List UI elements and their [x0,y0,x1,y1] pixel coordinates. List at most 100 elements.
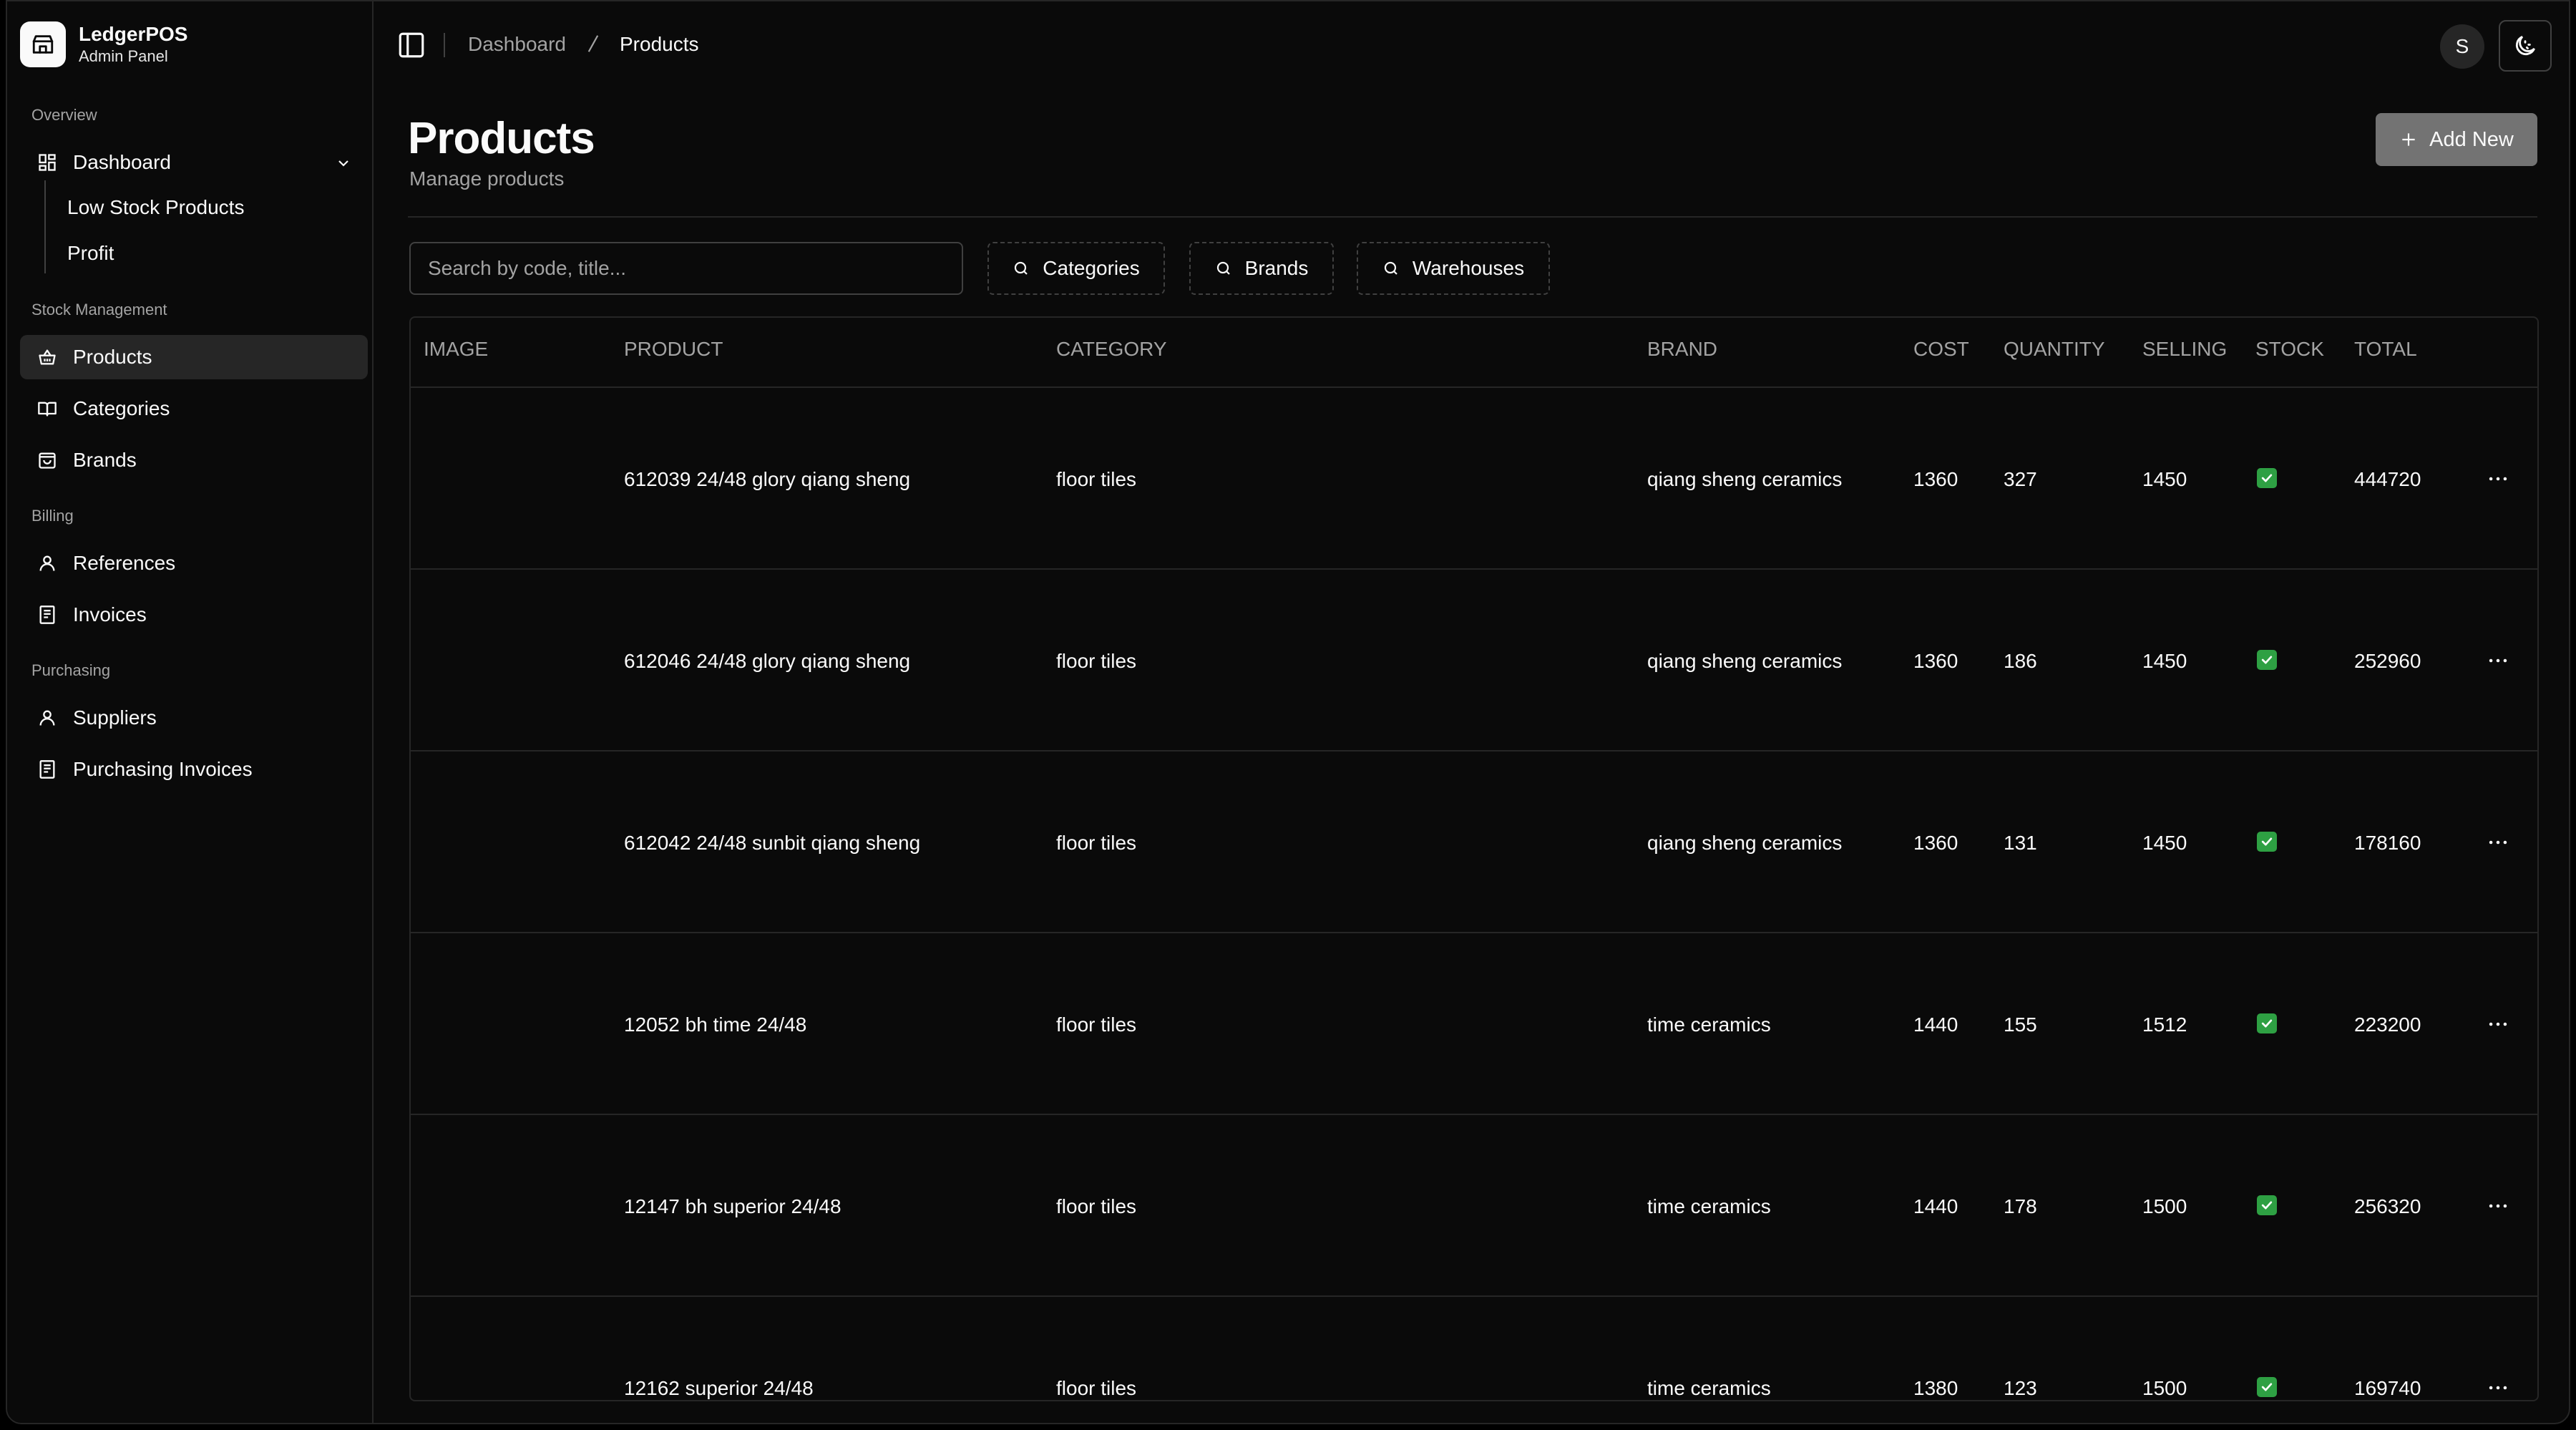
add-new-button[interactable]: Add New [2376,113,2537,166]
row-actions-more-icon[interactable] [2486,1012,2510,1040]
row-actions-more-icon[interactable] [2486,648,2510,676]
cell-brand: time ceramics [1647,1377,1771,1399]
cell-quantity: 131 [2004,832,2037,854]
filter-label: Categories [1043,257,1140,279]
sidebar-item-label: Suppliers [73,706,157,729]
basket-icon [39,349,56,365]
cell-total: 223200 [2354,1013,2421,1036]
row-actions-more-icon[interactable] [2486,1376,2510,1400]
chevron-down-icon[interactable] [335,155,352,172]
product-image [424,616,509,701]
dashboard-icon [39,154,56,171]
store-icon [20,21,66,67]
row-actions-more-icon[interactable] [2486,467,2510,495]
avatar[interactable]: S [2440,24,2484,69]
theme-toggle-icon [2515,36,2535,56]
column-header-brand[interactable]: BRAND [1647,338,1717,361]
sidebar-item-label: Purchasing Invoices [73,758,253,780]
column-header-image[interactable]: IMAGE [424,338,488,361]
column-header-product[interactable]: PRODUCT [624,338,723,361]
product-image [424,434,509,520]
app-window: LedgerPOS Admin Panel Overview Dashboard… [6,0,2570,1424]
plus-icon [2402,133,2415,146]
cell-total: 256320 [2354,1195,2421,1217]
table-row[interactable]: 12052 bh time 24/48 floor tiles time ceram… [411,933,2537,1115]
cell-category: floor tiles [1056,1013,1137,1036]
bag-icon [39,452,56,469]
in-stock-check-icon [2257,468,2277,488]
cell-product: 12147 bh superior 24/48 [624,1195,841,1217]
user-icon [39,710,55,726]
sidebar-item-purchasing-invoices[interactable]: Purchasing Invoices [20,747,368,792]
row-actions-more-icon[interactable] [2486,1194,2510,1222]
group-label-stock: Stock Management [31,301,167,318]
filter-categories-button[interactable]: Categories [987,242,1165,295]
header-divider [408,216,2537,218]
sidebar-item-dashboard[interactable]: Dashboard [20,140,368,185]
cell-selling: 1500 [2142,1377,2187,1399]
table-row[interactable]: 12147 bh superior 24/48 floor tiles time c… [411,1115,2537,1297]
column-header-category[interactable]: CATEGORY [1056,338,1167,361]
cell-category: floor tiles [1056,832,1137,854]
sidebar-toggle-icon[interactable] [396,30,426,60]
cell-total: 252960 [2354,650,2421,672]
cell-brand: qiang sheng ceramics [1647,650,1843,672]
search-icon [1015,261,1028,275]
product-image [424,979,509,1065]
cell-product: 12052 bh time 24/48 [624,1013,807,1036]
table-row[interactable]: 612046 24/48 glory qiang sheng floor tile… [411,570,2537,752]
cell-selling: 1512 [2142,1013,2187,1036]
topbar-divider [444,33,445,57]
product-image [424,1343,509,1400]
cell-product: 612042 24/48 sunbit qiang sheng [624,832,921,854]
in-stock-check-icon [2257,832,2277,852]
table-row[interactable]: 612039 24/48 glory qiang sheng floor tile… [411,388,2537,570]
column-header-total[interactable]: TOTAL [2354,338,2417,361]
sidebar-item-categories[interactable]: Categories [20,386,368,431]
row-actions-more-icon[interactable] [2486,830,2510,858]
search-input[interactable] [409,242,963,295]
page-subtitle: Manage products [409,167,565,190]
sidebar-subitem-low-stock[interactable]: Low Stock Products [67,196,244,219]
sidebar-item-suppliers[interactable]: Suppliers [20,696,368,740]
cell-brand: time ceramics [1647,1195,1771,1217]
cell-category: floor tiles [1056,650,1137,672]
table-row[interactable]: 12162 superior 24/48 floor tiles time cera… [411,1297,2537,1400]
cell-cost: 1360 [1913,468,1958,490]
sidebar-item-brands[interactable]: Brands [20,438,368,482]
page-title: Products [408,114,595,163]
column-header-selling[interactable]: SELLING [2142,338,2227,361]
brand[interactable]: LedgerPOS Admin Panel [20,21,187,67]
sidebar-item-references[interactable]: References [20,541,368,585]
sidebar-item-products[interactable]: Products [20,335,368,379]
sidebar-subitem-profit[interactable]: Profit [67,242,114,265]
brand-subtitle: Admin Panel [79,47,168,65]
sidebar-item-label: Brands [73,449,137,471]
group-label-purchasing: Purchasing [31,661,111,679]
sidebar-item-invoices[interactable]: Invoices [20,593,368,637]
filter-warehouses-button[interactable]: Warehouses [1357,242,1550,295]
products-table: IMAGE PRODUCT CATEGORY BRAND COST QUANTI… [409,316,2539,1401]
theme-toggle-button[interactable] [2499,20,2552,72]
breadcrumb-dashboard[interactable]: Dashboard [468,33,566,56]
in-stock-check-icon [2257,650,2277,670]
breadcrumb-current: Products [620,33,699,55]
cell-quantity: 186 [2004,650,2037,672]
column-header-quantity[interactable]: QUANTITY [2004,338,2105,361]
sidebar-item-label: Invoices [73,603,147,626]
cell-total: 169740 [2354,1377,2421,1399]
cell-category: floor tiles [1056,1195,1137,1217]
search-icon [1384,261,1397,275]
cell-brand: qiang sheng ceramics [1647,468,1843,490]
book-open-icon [38,402,57,417]
filter-brands-button[interactable]: Brands [1189,242,1334,295]
group-label-billing: Billing [31,507,74,525]
breadcrumb-separator-icon [587,35,599,52]
table-row[interactable]: 612042 24/48 sunbit qiang sheng floor til… [411,752,2537,933]
column-header-cost[interactable]: COST [1913,338,1969,361]
product-image [424,797,509,883]
cell-selling: 1500 [2142,1195,2187,1217]
cell-cost: 1360 [1913,650,1958,672]
sidebar: LedgerPOS Admin Panel Overview Dashboard… [7,1,374,1423]
column-header-stock[interactable]: STOCK [2255,338,2324,361]
